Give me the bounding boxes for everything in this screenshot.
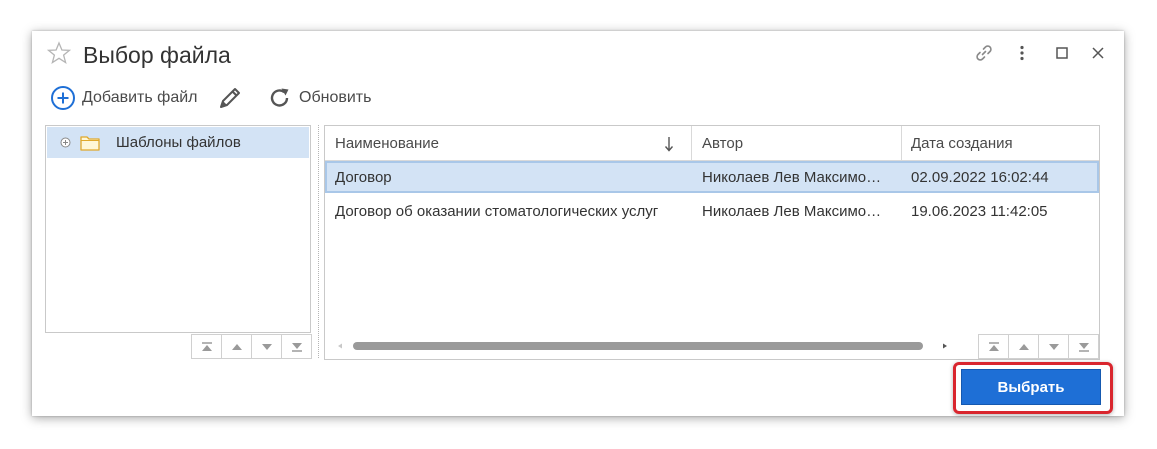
column-header-name[interactable]: Наименование [335,126,680,160]
scroll-right-icon[interactable] [942,343,948,349]
horizontal-scrollbar[interactable] [353,341,928,351]
expand-icon[interactable] [60,137,71,148]
dialog-title: Выбор файла [83,42,231,68]
star-icon[interactable] [46,41,72,65]
move-last-icon [290,342,304,352]
move-first-icon [200,341,214,352]
table-row[interactable]: Договор Николаев Лев Максимо… 02.09.2022… [325,161,1099,193]
column-separator[interactable] [901,126,902,160]
move-down-icon [260,342,274,352]
move-last-button[interactable] [282,334,312,359]
move-up-button[interactable] [222,334,252,359]
cell-author: Николаев Лев Максимо… [702,202,882,220]
column-header-created[interactable]: Дата создания [911,126,1091,160]
scrollbar-thumb[interactable] [353,342,923,350]
panel-splitter[interactable] [318,125,319,358]
edit-button[interactable] [216,83,244,113]
scroll-left-icon[interactable] [337,343,343,349]
maximize-icon[interactable] [1052,43,1072,63]
move-first-button[interactable] [978,334,1009,359]
move-down-button[interactable] [1039,334,1069,359]
move-up-icon [230,342,244,352]
move-first-button[interactable] [191,334,222,359]
files-table: Наименование Автор Дата создания Договор… [324,125,1100,360]
column-header-author[interactable]: Автор [702,126,902,160]
cell-name: Договор об оказании стоматологических ус… [335,202,659,220]
cell-name: Договор [335,168,392,186]
close-icon[interactable] [1088,43,1108,63]
link-icon[interactable] [974,43,994,63]
column-header-label: Дата создания [911,134,1013,152]
table-header: Наименование Автор Дата создания [325,126,1099,161]
more-icon[interactable] [1012,43,1032,63]
refresh-label: Обновить [299,89,372,106]
cell-created: 02.09.2022 16:02:44 [911,168,1049,186]
tree-item-file-templates[interactable]: Шаблоны файлов [47,127,309,158]
add-file-button[interactable]: Добавить файл [50,83,198,113]
folder-icon [80,134,100,152]
column-header-label: Автор [702,134,744,152]
table-row[interactable]: Договор об оказании стоматологических ус… [325,195,1099,227]
move-last-icon [1077,342,1091,352]
plus-circle-icon [50,85,76,111]
title-bar: Выбор файла [32,31,1124,75]
sort-desc-icon [664,136,674,152]
cell-created: 19.06.2023 11:42:05 [911,202,1048,220]
refresh-button[interactable]: Обновить [267,83,371,113]
cell-author: Николаев Лев Максимо… [702,168,882,186]
move-down-icon [1047,342,1061,352]
move-first-icon [987,341,1001,352]
move-last-button[interactable] [1069,334,1099,359]
column-separator[interactable] [691,126,692,160]
add-file-label: Добавить файл [82,89,198,106]
table-nav-buttons [978,334,1099,359]
choose-button[interactable]: Выбрать [961,369,1101,405]
column-header-label: Наименование [335,134,439,152]
pencil-icon [216,84,244,112]
folder-tree: Шаблоны файлов [45,125,311,333]
tree-item-label: Шаблоны файлов [116,134,241,151]
refresh-icon [267,85,293,111]
move-up-button[interactable] [1009,334,1039,359]
tree-nav-buttons [191,334,312,359]
move-up-icon [1017,342,1031,352]
move-down-button[interactable] [252,334,282,359]
toolbar: Добавить файл Обновить [32,83,1124,113]
file-select-dialog: Выбор файла Добавить файл Обновить Шабло… [32,31,1124,416]
